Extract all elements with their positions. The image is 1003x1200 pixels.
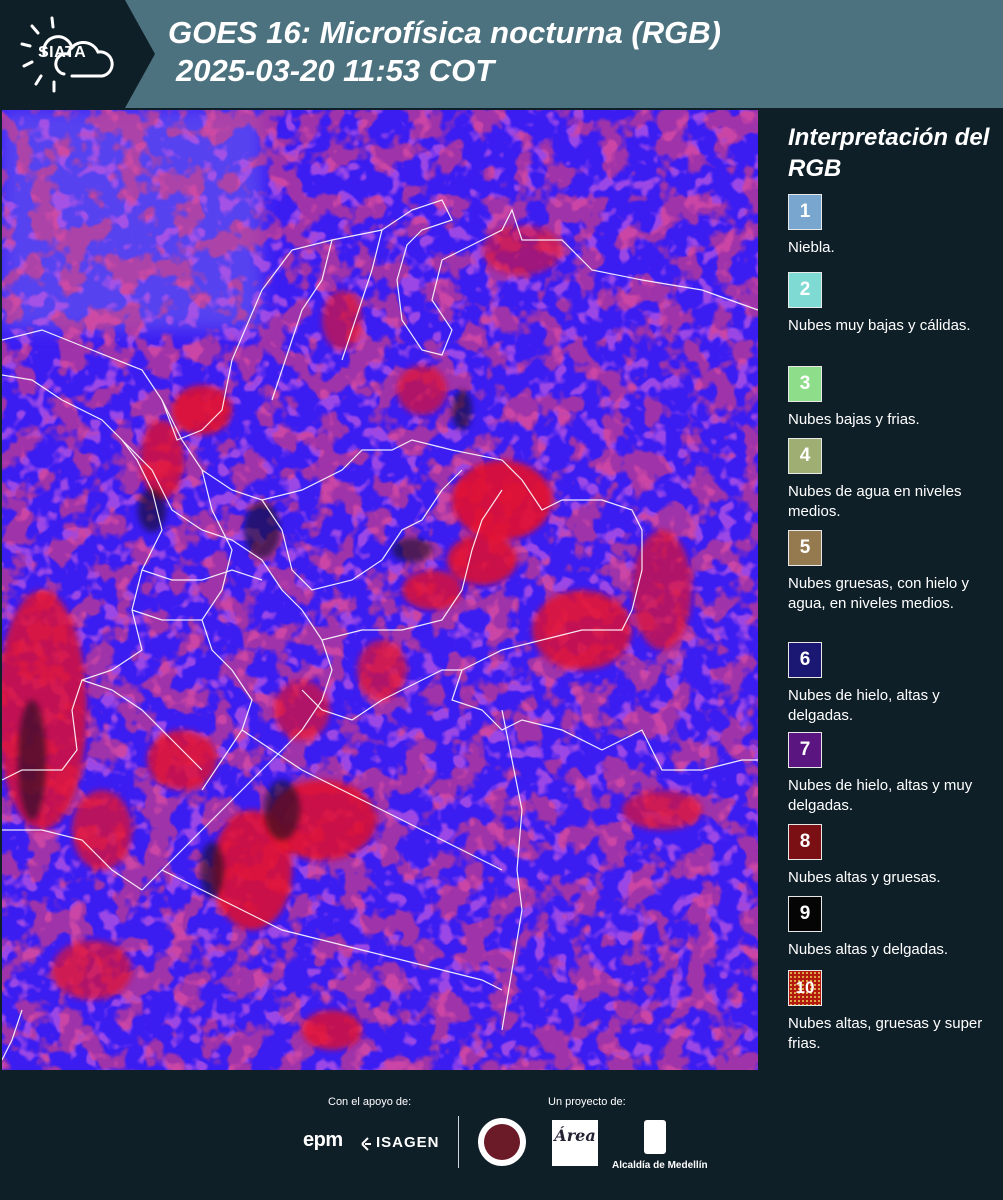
legend-label-5: Nubes gruesas, con hielo y agua, en nive…: [788, 575, 969, 612]
legend-item-9: 9 Nubes altas y delgadas.: [788, 896, 993, 960]
legend-swatch-3: 3: [788, 366, 822, 402]
legend-label-1: Niebla.: [788, 239, 835, 256]
legend-label-6: Nubes de hielo, altas y delgadas.: [788, 687, 940, 724]
project-label: Un proyecto de:: [548, 1096, 626, 1108]
legend-swatch-6: 6: [788, 642, 822, 678]
legend-swatch-7: 7: [788, 732, 822, 768]
legend-label-2: Nubes muy bajas y cálidas.: [788, 317, 971, 334]
legend-label-7: Nubes de hielo, altas y muy delgadas.: [788, 777, 973, 814]
legend-swatch-10: 10: [788, 970, 822, 1006]
legend-item-2: 2 Nubes muy bajas y cálidas.: [788, 272, 993, 336]
title-line-2: 2025-03-20 11:53 COT: [176, 53, 495, 88]
legend-swatch-1: 1: [788, 194, 822, 230]
support-label: Con el apoyo de:: [328, 1096, 412, 1108]
legend-item-5: 5 Nubes gruesas, con hielo y agua, en ni…: [788, 530, 993, 614]
legend-panel: Interpretación del RGB 1 Niebla. 2 Nubes…: [772, 110, 1003, 1070]
satellite-image: [2, 110, 758, 1070]
seal-emblem-icon: [484, 1124, 520, 1160]
legend-swatch-8: 8: [788, 824, 822, 860]
legend-item-7: 7 Nubes de hielo, altas y muy delgadas.: [788, 732, 993, 816]
legend-label-8: Nubes altas y gruesas.: [788, 869, 941, 886]
siata-logo-text: SIATA: [38, 44, 87, 61]
epm-logo[interactable]: epm: [303, 1129, 343, 1152]
legend-label-10: Nubes altas, gruesas y super frias.: [788, 1015, 983, 1052]
legend-item-6: 6 Nubes de hielo, altas y delgadas.: [788, 642, 993, 726]
footer: Con el apoyo de: Un proyecto de: epm ISA…: [0, 1070, 1003, 1200]
legend-swatch-4: 4: [788, 438, 822, 474]
legend-title: Interpretación del RGB: [788, 124, 990, 182]
legend-swatch-9: 9: [788, 896, 822, 932]
alcaldia-shield-icon: [644, 1120, 666, 1154]
title-line-1: GOES 16: Microfísica nocturna (RGB): [168, 15, 721, 50]
legend-label-4: Nubes de agua en niveles medios.: [788, 483, 962, 520]
satellite-map[interactable]: [2, 110, 758, 1070]
alcaldia-logo-text[interactable]: Alcaldía de Medellín: [612, 1160, 708, 1171]
legend-label-9: Nubes altas y delgadas.: [788, 941, 949, 958]
legend-item-8: 8 Nubes altas y gruesas.: [788, 824, 993, 888]
legend-label-3: Nubes bajas y frias.: [788, 411, 920, 428]
legend-item-10: 10 Nubes altas, gruesas y super frias.: [788, 970, 993, 1054]
medellin-seal-logo[interactable]: [478, 1118, 526, 1166]
area-metropolitana-logo[interactable]: Área: [552, 1120, 598, 1166]
footer-divider: [458, 1116, 459, 1168]
isagen-logo[interactable]: ISAGEN: [376, 1134, 440, 1151]
legend-swatch-2: 2: [788, 272, 822, 308]
area-logo-mark-icon: Área: [554, 1126, 596, 1145]
legend-swatch-5: 5: [788, 530, 822, 566]
legend-item-1: 1 Niebla.: [788, 194, 993, 258]
header: SIATA GOES 16: Microfísica nocturna (RGB…: [0, 0, 1003, 108]
legend-item-4: 4 Nubes de agua en niveles medios.: [788, 438, 993, 522]
isagen-mark-icon: [361, 1137, 371, 1151]
page-title: GOES 16: Microfísica nocturna (RGB) 2025…: [168, 14, 721, 90]
legend-item-3: 3 Nubes bajas y frias.: [788, 366, 993, 430]
siata-logo[interactable]: SIATA: [0, 0, 155, 108]
